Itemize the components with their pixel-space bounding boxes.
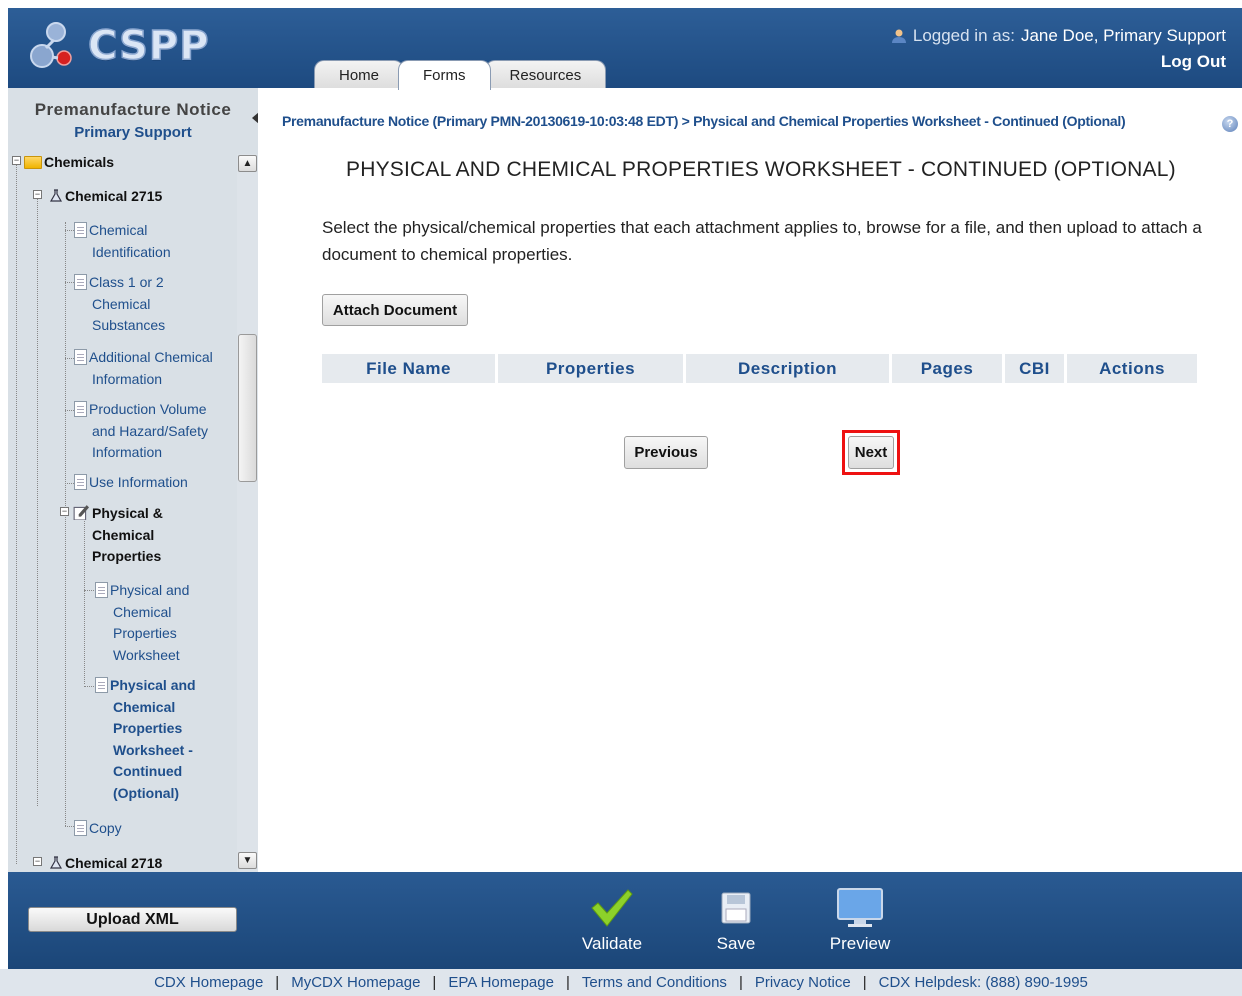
column-description: Description <box>686 354 889 383</box>
logged-in-line: Logged in as: Jane Doe, Primary Support <box>891 26 1226 46</box>
column-properties: Properties <box>498 354 683 383</box>
upload-xml-button[interactable]: Upload XML <box>28 907 237 932</box>
attachments-table-header: File Name Properties Description Pages C… <box>322 354 1197 383</box>
tree-chemical-2715[interactable]: Chemical 2715 <box>49 186 162 208</box>
sidebar-subtitle: Primary Support <box>74 124 192 141</box>
page-title: PHYSICAL AND CHEMICAL PROPERTIES WORKSHE… <box>346 158 1176 181</box>
document-icon <box>74 474 87 490</box>
floppy-disk-icon <box>721 892 751 924</box>
document-icon <box>74 349 87 365</box>
main-tabs: Home Forms Resources <box>314 60 607 90</box>
link-cdx-helpdesk[interactable]: CDX Helpdesk: (888) 890-1995 <box>879 974 1088 991</box>
tree-chemicals[interactable]: Chemicals <box>24 154 114 174</box>
attach-document-button[interactable]: Attach Document <box>322 294 468 326</box>
separator: | <box>275 974 280 991</box>
sidebar-scrollbar[interactable]: ▲ ▼ <box>237 154 258 872</box>
collapse-chemical-2718-toggle[interactable]: − <box>33 857 42 866</box>
scrollbar-thumb[interactable] <box>238 334 257 482</box>
tree-chemical-2718[interactable]: Chemical 2718 <box>49 853 162 872</box>
collapse-chemical-2715-toggle[interactable]: − <box>33 190 42 199</box>
link-terms-and-conditions[interactable]: Terms and Conditions <box>582 974 727 991</box>
edit-form-icon <box>73 505 89 520</box>
save-button[interactable]: Save <box>706 882 766 954</box>
document-icon <box>74 274 87 290</box>
main-content: Premanufacture Notice (Primary PMN-20130… <box>258 88 1242 872</box>
molecule-logo-icon <box>30 22 72 68</box>
logo-text: CSPP <box>87 22 210 70</box>
logout-link[interactable]: Log Out <box>891 52 1226 72</box>
previous-button[interactable]: Previous <box>624 436 708 469</box>
cspp-logo[interactable]: CSPP <box>28 18 210 74</box>
link-cdx-homepage[interactable]: CDX Homepage <box>154 974 263 991</box>
document-icon <box>95 582 108 598</box>
app-header: CSPP Home Forms Resources Logged in as: … <box>8 8 1242 90</box>
tree-item-copy[interactable]: Copy <box>74 818 122 840</box>
tree-item-use-information[interactable]: Use Information <box>74 472 188 494</box>
folder-icon <box>24 156 42 169</box>
navigation-tree: − Chemicals − Chemical 2715 Chemical Iden… <box>8 154 236 872</box>
separator: | <box>862 974 867 991</box>
column-actions: Actions <box>1067 354 1197 383</box>
tree-item-properties-worksheet[interactable]: Physical and Chemical Properties Worksheet <box>95 580 189 666</box>
instructions-text: Select the physical/chemical properties … <box>322 218 1202 264</box>
flask-icon <box>49 856 63 869</box>
navigation-sidebar: Premanufacture Notice Primary Support − … <box>8 88 258 872</box>
logged-in-label: Logged in as: <box>912 26 1015 45</box>
preview-button[interactable]: Preview <box>820 882 900 954</box>
validate-label: Validate <box>581 934 643 953</box>
breadcrumb[interactable]: Premanufacture Notice (Primary PMN-20130… <box>282 110 1202 133</box>
monitor-icon <box>837 888 883 927</box>
flask-icon <box>49 189 63 202</box>
footer-links: CDX Homepage | MyCDX Homepage | EPA Home… <box>0 969 1242 996</box>
document-icon <box>74 222 87 238</box>
action-footer: Upload XML Validate Save Preview <box>8 872 1242 969</box>
collapse-chemicals-toggle[interactable]: − <box>12 156 21 165</box>
document-icon <box>74 820 87 836</box>
tab-forms[interactable]: Forms <box>398 60 491 90</box>
checkmark-icon <box>591 889 633 927</box>
collapse-physical-chemical-toggle[interactable]: − <box>60 507 69 516</box>
sidebar-header: Premanufacture Notice Primary Support <box>8 88 258 141</box>
tree-item-class-1-or-2[interactable]: Class 1 or 2 Chemical Substances <box>74 272 165 337</box>
tree-item-physical-chemical-properties[interactable]: Physical & Chemical Properties <box>72 503 163 568</box>
link-privacy-notice[interactable]: Privacy Notice <box>755 974 851 991</box>
user-area: Logged in as: Jane Doe, Primary Support … <box>891 26 1226 72</box>
link-mycdx-homepage[interactable]: MyCDX Homepage <box>291 974 420 991</box>
next-button[interactable]: Next <box>842 430 900 475</box>
sidebar-title: Premanufacture Notice <box>34 100 232 119</box>
column-pages: Pages <box>892 354 1002 383</box>
next-button-label: Next <box>848 436 894 469</box>
column-file-name: File Name <box>322 354 495 383</box>
document-icon <box>95 677 108 693</box>
separator: | <box>565 974 570 991</box>
help-icon[interactable]: ? <box>1222 116 1238 132</box>
separator: | <box>738 974 743 991</box>
save-label: Save <box>716 934 756 953</box>
validate-button[interactable]: Validate <box>574 882 650 954</box>
column-cbi: CBI <box>1005 354 1064 383</box>
scroll-down-button[interactable]: ▼ <box>238 852 257 869</box>
user-icon <box>891 29 906 43</box>
tab-home[interactable]: Home <box>314 60 405 90</box>
tab-resources[interactable]: Resources <box>484 60 607 90</box>
link-epa-homepage[interactable]: EPA Homepage <box>448 974 554 991</box>
tree-item-additional-chemical-information[interactable]: Additional Chemical Information <box>74 347 213 390</box>
separator: | <box>432 974 437 991</box>
tree-item-production-volume[interactable]: Production Volume and Hazard/Safety Inform… <box>74 399 208 464</box>
scroll-up-button[interactable]: ▲ <box>238 155 257 172</box>
tree-item-properties-worksheet-continued[interactable]: Physical and Chemical Properties Worksheet … <box>95 675 196 804</box>
user-name: Jane Doe, Primary Support <box>1020 26 1226 45</box>
document-icon <box>74 401 87 417</box>
preview-label: Preview <box>829 934 891 953</box>
tree-item-chemical-identification[interactable]: Chemical Identification <box>74 220 171 263</box>
